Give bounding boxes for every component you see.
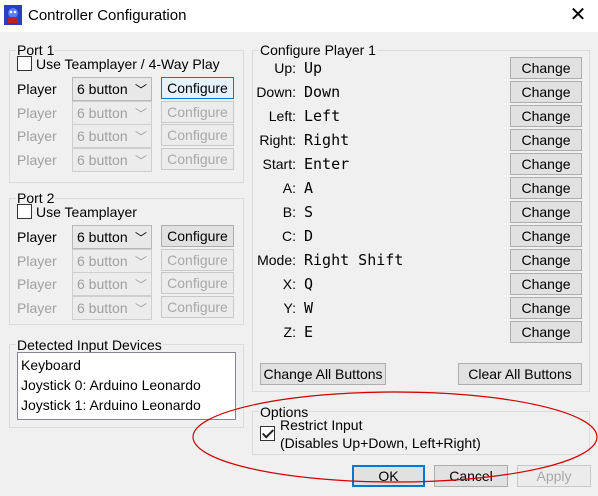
annotation-overlay (192, 391, 598, 483)
red-annotation-ellipse (192, 391, 598, 483)
controller-config-window: Controller Configuration ✕ Port 1 Use Te… (0, 0, 598, 496)
